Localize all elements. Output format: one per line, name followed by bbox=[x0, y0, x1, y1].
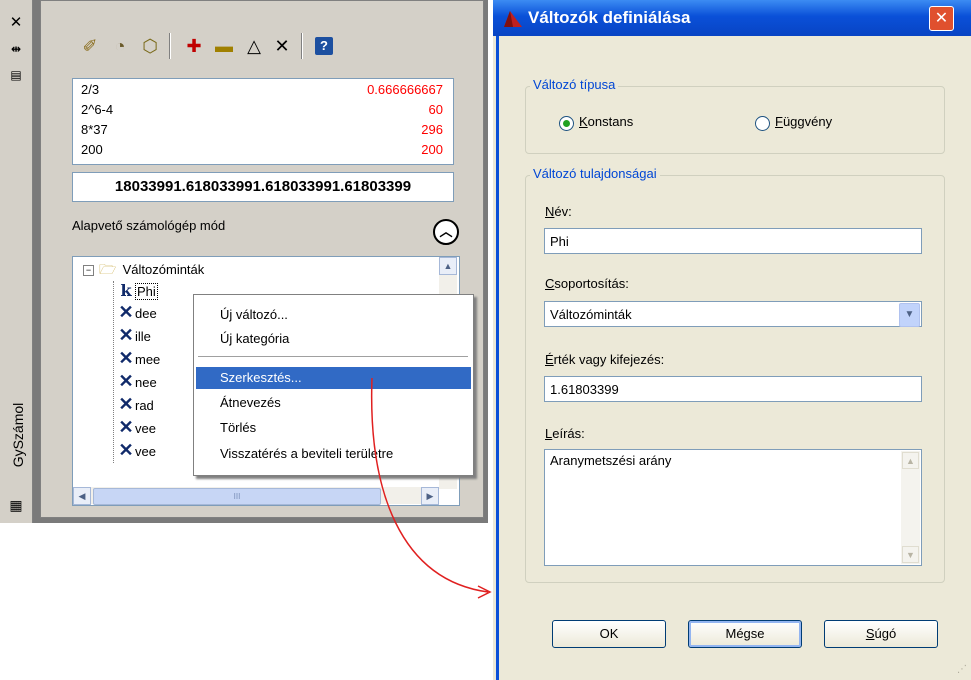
get-coordinates-icon[interactable]: ✚ bbox=[181, 33, 207, 59]
scroll-up-icon[interactable]: ▲ bbox=[439, 257, 457, 275]
tree-item[interactable]: k Phi bbox=[117, 280, 158, 302]
description-text: Aranymetszési arány bbox=[550, 453, 672, 468]
scroll-up-icon[interactable]: ▲ bbox=[902, 452, 919, 469]
history-result: 200 bbox=[421, 142, 443, 157]
scroll-thumb[interactable]: III bbox=[93, 488, 381, 505]
dialog-title: Változók definiálása bbox=[528, 8, 691, 27]
menu-item-new-category[interactable]: Új kategória bbox=[196, 328, 471, 350]
mode-label: Alapvető számológép mód bbox=[72, 218, 226, 233]
clear-icon[interactable]: ✐ bbox=[77, 33, 103, 59]
history-expression: 2/3 bbox=[81, 82, 100, 97]
history-result: 60 bbox=[428, 102, 443, 117]
grouping-select-value: Változóminták bbox=[550, 307, 632, 322]
toolbar-separator bbox=[301, 33, 303, 59]
tree-item-label: vee bbox=[135, 421, 156, 436]
history-result: 296 bbox=[421, 122, 443, 137]
tree-item-label: Phi bbox=[135, 283, 158, 300]
close-icon[interactable]: ✕ bbox=[929, 6, 954, 31]
history-row[interactable]: 200 200 bbox=[81, 140, 449, 160]
scroll-down-icon[interactable]: ▼ bbox=[902, 546, 919, 563]
collapse-icon[interactable]: ︿ bbox=[433, 219, 459, 245]
tree-collapse-icon[interactable]: − bbox=[83, 265, 94, 276]
auto-hide-icon[interactable]: ⇹ bbox=[6, 40, 26, 58]
chevron-down-icon[interactable]: ▼ bbox=[899, 303, 920, 327]
tree-item-label: dee bbox=[135, 306, 157, 321]
value-expression-field[interactable]: 1.61803399 bbox=[544, 376, 922, 402]
history-area[interactable]: 2/3 0.666666667 2^6-4 60 8*37 296 200 200 bbox=[72, 78, 454, 165]
folder-icon: 🗁 bbox=[99, 261, 117, 277]
calculator-icon: ▦ bbox=[9, 497, 23, 513]
tree-item-label: ille bbox=[135, 329, 151, 344]
name-label: Név: bbox=[545, 204, 572, 219]
function-radio[interactable] bbox=[755, 116, 770, 131]
tree-root-label: Változóminták bbox=[122, 262, 205, 277]
properties-icon[interactable]: ▤ bbox=[6, 66, 26, 84]
tree-item[interactable]: ✕mee bbox=[117, 348, 160, 370]
dialog-body: Változó típusa Konstans Függvény Változó… bbox=[496, 36, 971, 680]
palette-titlebar[interactable]: ✕ ⇹ ▤ GySzámol ▦ bbox=[0, 0, 33, 523]
tree-root[interactable]: 🗁 Változóminták bbox=[99, 258, 204, 280]
clear-history-icon[interactable]: ◔ bbox=[107, 33, 133, 59]
angle-icon[interactable]: △ bbox=[241, 33, 267, 59]
history-row[interactable]: 2/3 0.666666667 bbox=[81, 80, 449, 100]
grouping-label: Csoportosítás: bbox=[545, 276, 629, 291]
tree-item[interactable]: ✕nee bbox=[117, 371, 157, 393]
history-expression: 2^6-4 bbox=[81, 102, 114, 117]
variable-properties-legend: Változó tulajdonságai bbox=[530, 166, 660, 181]
ok-button[interactable]: OK bbox=[552, 620, 666, 648]
name-field[interactable]: Phi bbox=[544, 228, 922, 254]
tree-line bbox=[113, 281, 115, 463]
dialog-app-icon bbox=[504, 11, 522, 27]
menu-item-new-variable[interactable]: Új változó... bbox=[196, 304, 471, 326]
function-radio-label[interactable]: Függvény bbox=[775, 114, 832, 129]
help-icon[interactable]: ? bbox=[311, 33, 337, 59]
description-label: Leírás: bbox=[545, 426, 585, 441]
close-icon[interactable]: ✕ bbox=[6, 14, 26, 32]
history-expression: 8*37 bbox=[81, 122, 108, 137]
variable-icon: ✕ bbox=[118, 394, 134, 415]
variable-icon: ✕ bbox=[118, 440, 134, 461]
variable-type-legend: Változó típusa bbox=[530, 77, 619, 92]
menu-separator bbox=[198, 356, 468, 357]
variable-icon: ✕ bbox=[118, 417, 134, 438]
history-row[interactable]: 8*37 296 bbox=[81, 120, 449, 140]
tree-item-label: vee bbox=[135, 444, 156, 459]
scroll-left-icon[interactable]: ◀ bbox=[73, 487, 91, 505]
tree-item[interactable]: ✕rad bbox=[117, 394, 154, 416]
distance-icon[interactable]: ▬ bbox=[211, 33, 237, 59]
variable-icon: ✕ bbox=[118, 348, 134, 369]
constant-icon: k bbox=[120, 281, 132, 300]
tree-item[interactable]: ✕vee bbox=[117, 417, 156, 439]
tree-item[interactable]: ✕ille bbox=[117, 325, 151, 347]
expression-input[interactable]: 18033991.618033991.618033991.61803399 bbox=[72, 172, 454, 202]
variable-icon: ✕ bbox=[118, 371, 134, 392]
constant-radio[interactable] bbox=[559, 116, 574, 131]
description-scrollbar[interactable]: ▲ ▼ bbox=[901, 451, 920, 564]
grouping-select[interactable]: Változóminták ▼ bbox=[544, 301, 922, 327]
help-button[interactable]: Súgó bbox=[824, 620, 938, 648]
toolbar-separator bbox=[169, 33, 171, 59]
tree-item-label: rad bbox=[135, 398, 154, 413]
history-row[interactable]: 2^6-4 60 bbox=[81, 100, 449, 120]
annotation-arrow bbox=[370, 377, 492, 599]
variable-icon: ✕ bbox=[118, 302, 134, 323]
history-expression: 200 bbox=[81, 142, 103, 157]
tree-item[interactable]: ✕dee bbox=[117, 302, 157, 324]
resize-grip-icon[interactable]: ⋰ bbox=[957, 664, 969, 676]
description-textarea[interactable]: Aranymetszési arány ▲ ▼ bbox=[544, 449, 922, 566]
cancel-button[interactable]: Mégse bbox=[688, 620, 802, 648]
history-result: 0.666666667 bbox=[367, 82, 443, 97]
palette-title: GySzámol bbox=[10, 402, 26, 468]
paste-value-icon[interactable]: ⬡ bbox=[137, 33, 163, 59]
intersection-icon[interactable]: ✕ bbox=[269, 33, 295, 59]
variable-icon: ✕ bbox=[118, 325, 134, 346]
tree-item[interactable]: ✕vee bbox=[117, 440, 156, 462]
tree-item-label: nee bbox=[135, 375, 157, 390]
tree-item-label: mee bbox=[135, 352, 161, 367]
value-expression-label: Érték vagy kifejezés: bbox=[545, 352, 665, 367]
constant-radio-label[interactable]: Konstans bbox=[579, 114, 633, 129]
